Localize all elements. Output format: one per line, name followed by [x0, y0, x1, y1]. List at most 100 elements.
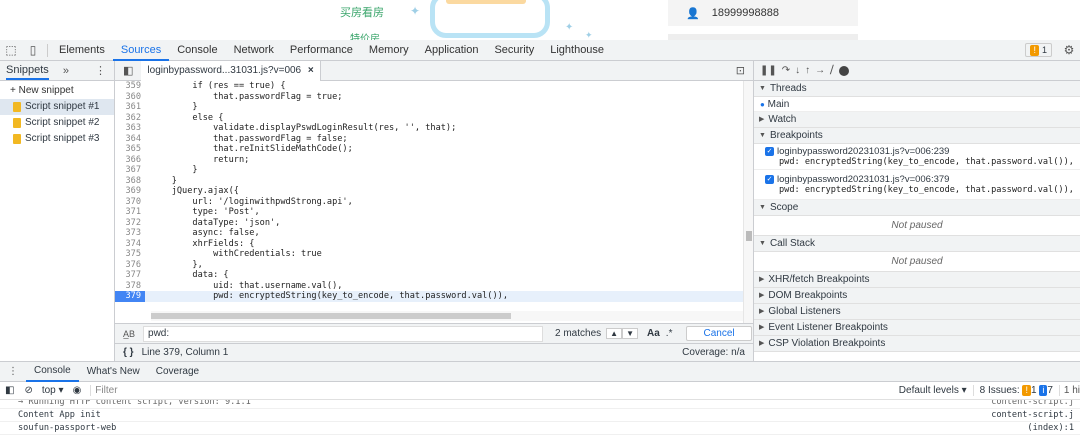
line-number[interactable]: 368 — [115, 176, 145, 187]
breakpoint-item[interactable]: ✓ loginbypassword20231031.js?v=006:239 pw… — [754, 144, 1080, 170]
file-tab[interactable]: loginbypassword...31031.js?v=006 × — [141, 60, 321, 81]
message-source[interactable]: content-script.j — [991, 409, 1074, 421]
drawer-tab-console[interactable]: Console — [26, 362, 79, 382]
line-number[interactable]: 367 — [115, 165, 145, 176]
checkbox-checked-icon[interactable]: ✓ — [765, 146, 774, 156]
code-line[interactable]: 362 else { — [115, 113, 753, 124]
search-input[interactable]: pwd: — [143, 325, 544, 342]
line-number[interactable]: 362 — [115, 113, 145, 124]
tab-network[interactable]: Network — [226, 40, 282, 61]
code-line[interactable]: 376 }, — [115, 260, 753, 271]
levels-dropdown[interactable]: Default levels ▾ — [899, 385, 967, 396]
callstack-section[interactable]: ▼ Call Stack — [754, 236, 1080, 252]
code-line[interactable]: 364 that.passwordFlag = false; — [115, 134, 753, 145]
sidebar-toggle-icon[interactable]: ◧ — [5, 385, 14, 396]
snippet-item[interactable]: Script snippet #3 — [0, 131, 114, 147]
more-tabs-icon[interactable]: » — [63, 65, 69, 77]
line-number[interactable]: 360 — [115, 92, 145, 103]
checkbox-checked-icon[interactable]: ✓ — [765, 174, 774, 184]
tab-security[interactable]: Security — [486, 40, 542, 61]
pause-icon[interactable]: ❚❚ — [760, 65, 777, 76]
line-number[interactable]: 371 — [115, 207, 145, 218]
tab-snippets[interactable]: Snippets — [6, 62, 49, 80]
device-toolbar-icon[interactable]: ▯ — [22, 40, 44, 61]
filter-input[interactable]: Filter — [90, 385, 899, 396]
code-line[interactable]: 367 } — [115, 165, 753, 176]
tab-lighthouse[interactable]: Lighthouse — [542, 40, 612, 61]
code-line[interactable]: 359 if (res == true) { — [115, 81, 753, 92]
next-match-icon[interactable]: ▼ — [622, 328, 638, 339]
line-number[interactable]: 376 — [115, 260, 145, 271]
issues-counter[interactable]: ! 1 — [1025, 43, 1052, 57]
toggle-debugger-icon[interactable]: ⊡ — [736, 64, 745, 77]
code-line[interactable]: 369 jQuery.ajax({ — [115, 186, 753, 197]
csp-violation-breakpoints-section[interactable]: ▶ CSP Violation Breakpoints — [754, 336, 1080, 352]
watch-section[interactable]: ▶ Watch — [754, 112, 1080, 128]
step-into-icon[interactable]: ↓ — [795, 65, 800, 76]
webpage-link-tejia[interactable]: 特价房 — [350, 30, 380, 40]
thread-main[interactable]: ● Main — [754, 97, 1080, 112]
line-number[interactable]: 361 — [115, 102, 145, 113]
line-number[interactable]: 370 — [115, 197, 145, 208]
tab-console[interactable]: Console — [169, 40, 225, 61]
prev-match-icon[interactable]: ▲ — [606, 328, 623, 339]
deactivate-breakpoints-icon[interactable]: ⧸ — [830, 65, 833, 76]
code-line[interactable]: 368 } — [115, 176, 753, 187]
code-area[interactable]: 359 if (res == true) {360 that.passwordF… — [115, 81, 753, 311]
cancel-button[interactable]: Cancel — [686, 326, 752, 341]
threads-section[interactable]: ▼ Threads — [754, 81, 1080, 97]
replace-toggle-icon[interactable]: A̲B — [123, 329, 135, 339]
code-line[interactable]: 379 pwd: encryptedString(key_to_encode, … — [115, 291, 753, 302]
breakpoints-section[interactable]: ▼ Breakpoints — [754, 128, 1080, 144]
code-line[interactable]: 371 type: 'Post', — [115, 207, 753, 218]
pretty-print-icon[interactable]: { } — [123, 347, 134, 358]
close-icon[interactable]: × — [308, 65, 314, 76]
tab-elements[interactable]: Elements — [51, 40, 113, 61]
code-line[interactable]: 361 } — [115, 102, 753, 113]
drawer-tab-coverage[interactable]: Coverage — [148, 366, 207, 377]
snippet-item[interactable]: Script snippet #2 — [0, 115, 114, 131]
code-line[interactable]: 377 data: { — [115, 270, 753, 281]
tab-sources[interactable]: Sources — [112, 40, 170, 61]
code-line[interactable]: 375 withCredentials: true — [115, 249, 753, 260]
line-number[interactable]: 375 — [115, 249, 145, 260]
context-selector[interactable]: top ▾ — [42, 385, 64, 396]
line-number[interactable]: 365 — [115, 144, 145, 155]
event-listener-breakpoints-section[interactable]: ▶ Event Listener Breakpoints — [754, 320, 1080, 336]
line-number[interactable]: 374 — [115, 239, 145, 250]
webpage-link-kanfang[interactable]: 买房看房 — [340, 4, 384, 20]
step-icon[interactable]: → — [815, 65, 825, 76]
dom-breakpoints-section[interactable]: ▶ DOM Breakpoints — [754, 288, 1080, 304]
h-scroll-thumb[interactable] — [151, 313, 511, 319]
code-line[interactable]: 374 xhrFields: { — [115, 239, 753, 250]
scope-section[interactable]: ▼ Scope — [754, 200, 1080, 216]
message-source[interactable]: content-script.j — [991, 400, 1074, 408]
more-options-icon[interactable]: ⋮ — [95, 64, 106, 77]
h-scrollbar[interactable] — [151, 311, 743, 321]
message-source[interactable]: (index):1 — [1027, 422, 1074, 434]
line-number[interactable]: 363 — [115, 123, 145, 134]
inspect-element-icon[interactable]: ⬚ — [0, 40, 22, 61]
line-number[interactable]: 366 — [115, 155, 145, 166]
step-out-icon[interactable]: ↑ — [805, 65, 810, 76]
xhr-breakpoints-section[interactable]: ▶ XHR/fetch Breakpoints — [754, 272, 1080, 288]
issues-button[interactable]: 8 Issues: ! 1 i7 — [972, 385, 1053, 396]
drawer-tab-whats-new[interactable]: What's New — [79, 366, 148, 377]
code-line[interactable]: 370 url: '/loginwithpwdStrong.api', — [115, 197, 753, 208]
phone-field[interactable]: 👤 18999998888 — [668, 0, 858, 26]
global-listeners-section[interactable]: ▶ Global Listeners — [754, 304, 1080, 320]
code-line[interactable]: 378 uid: that.username.val(), — [115, 281, 753, 292]
line-number[interactable]: 377 — [115, 270, 145, 281]
scroll-thumb[interactable] — [746, 231, 752, 241]
regex-button[interactable]: .* — [666, 328, 673, 339]
code-line[interactable]: 360 that.passwordFlag = true; — [115, 92, 753, 103]
eye-icon[interactable]: ◉ — [73, 385, 82, 396]
step-over-icon[interactable]: ↷ — [782, 65, 790, 76]
code-line[interactable]: 373 async: false, — [115, 228, 753, 239]
code-line[interactable]: 363 validate.displayPswdLoginResult(res,… — [115, 123, 753, 134]
drawer-menu-icon[interactable]: ⋮ — [8, 366, 18, 377]
new-snippet-button[interactable]: + New snippet — [0, 83, 114, 99]
line-number[interactable]: 378 — [115, 281, 145, 292]
tab-memory[interactable]: Memory — [361, 40, 417, 61]
code-line[interactable]: 366 return; — [115, 155, 753, 166]
